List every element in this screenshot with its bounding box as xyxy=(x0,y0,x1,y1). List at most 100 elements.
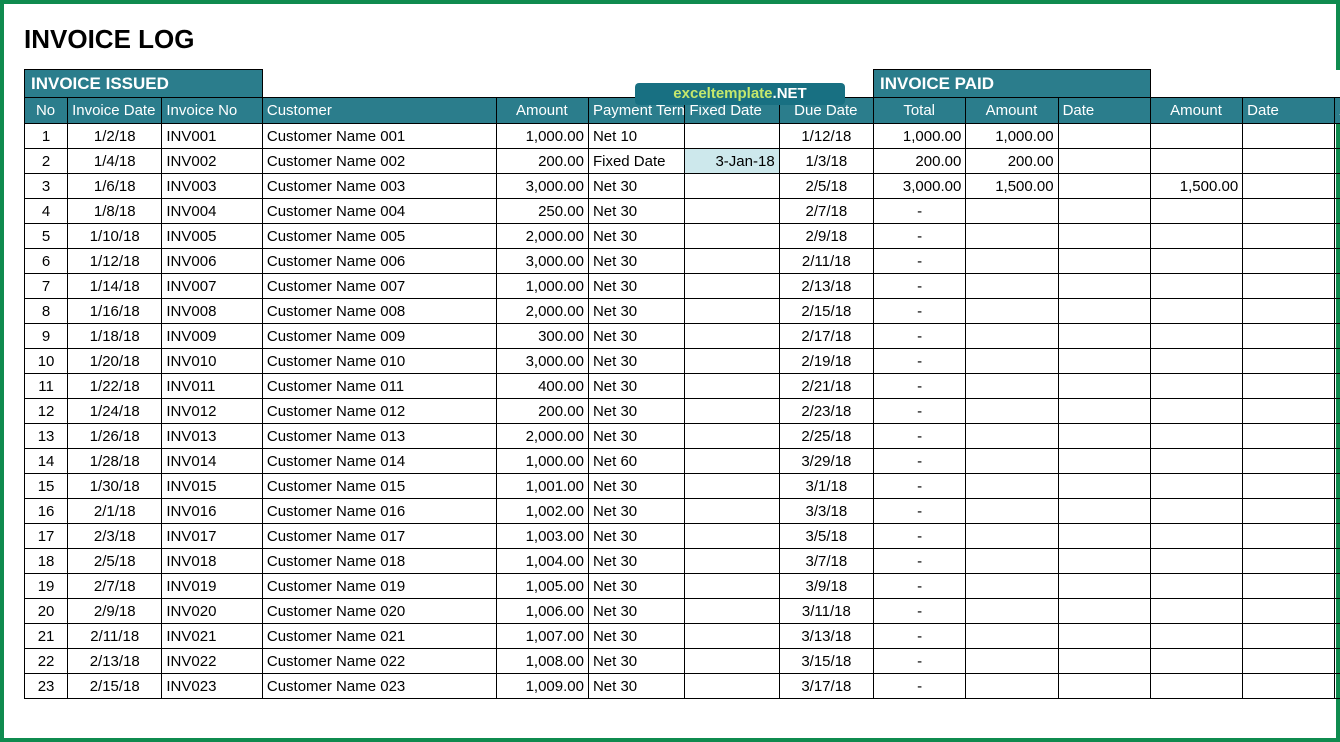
cell-amount[interactable]: 1,007.00 xyxy=(496,624,588,649)
table-row[interactable]: 81/16/18INV008Customer Name 0082,000.00N… xyxy=(25,299,1340,324)
cell-duedate[interactable]: 3/11/18 xyxy=(779,599,873,624)
cell-payterm[interactable]: Net 30 xyxy=(588,549,684,574)
table-row[interactable]: 162/1/18INV016Customer Name 0161,002.00N… xyxy=(25,499,1340,524)
cell-amount[interactable]: 1,000.00 xyxy=(496,124,588,149)
cell-date1[interactable] xyxy=(1058,449,1150,474)
cell-fixdate[interactable] xyxy=(685,624,779,649)
cell-fixdate[interactable] xyxy=(685,224,779,249)
cell-no[interactable]: 20 xyxy=(25,599,68,624)
table-row[interactable]: 131/26/18INV013Customer Name 0132,000.00… xyxy=(25,424,1340,449)
cell-customer[interactable]: Customer Name 005 xyxy=(262,224,496,249)
cell-fixdate[interactable] xyxy=(685,574,779,599)
cell-amount2[interactable] xyxy=(1150,524,1242,549)
cell-amount2[interactable] xyxy=(1150,324,1242,349)
cell-amount[interactable]: 1,005.00 xyxy=(496,574,588,599)
cell-payterm[interactable]: Net 30 xyxy=(588,674,684,699)
cell-date1[interactable] xyxy=(1058,524,1150,549)
cell-amount2[interactable] xyxy=(1150,649,1242,674)
cell-payterm[interactable]: Net 30 xyxy=(588,274,684,299)
cell-date1[interactable] xyxy=(1058,224,1150,249)
cell-fixdate[interactable] xyxy=(685,449,779,474)
cell-amount[interactable]: 200.00 xyxy=(496,149,588,174)
cell-fixdate[interactable] xyxy=(685,649,779,674)
cell-customer[interactable]: Customer Name 001 xyxy=(262,124,496,149)
cell-amount3[interactable] xyxy=(1335,124,1340,149)
cell-invdate[interactable]: 1/8/18 xyxy=(68,199,162,224)
cell-amount[interactable]: 1,001.00 xyxy=(496,474,588,499)
cell-fixdate[interactable] xyxy=(685,674,779,699)
cell-amount3[interactable] xyxy=(1335,349,1340,374)
cell-payterm[interactable]: Net 30 xyxy=(588,649,684,674)
cell-date2[interactable] xyxy=(1243,374,1335,399)
cell-duedate[interactable]: 2/17/18 xyxy=(779,324,873,349)
cell-invno[interactable]: INV017 xyxy=(162,524,262,549)
cell-amount[interactable]: 250.00 xyxy=(496,199,588,224)
cell-amount[interactable]: 2,000.00 xyxy=(496,224,588,249)
cell-total[interactable]: - xyxy=(874,199,966,224)
cell-amount2[interactable] xyxy=(1150,224,1242,249)
cell-amount1[interactable] xyxy=(966,674,1058,699)
cell-customer[interactable]: Customer Name 015 xyxy=(262,474,496,499)
cell-no[interactable]: 3 xyxy=(25,174,68,199)
cell-date2[interactable] xyxy=(1243,499,1335,524)
cell-customer[interactable]: Customer Name 002 xyxy=(262,149,496,174)
cell-total[interactable]: - xyxy=(874,349,966,374)
cell-amount3[interactable] xyxy=(1335,499,1340,524)
cell-amount[interactable]: 3,000.00 xyxy=(496,249,588,274)
cell-payterm[interactable]: Net 30 xyxy=(588,624,684,649)
cell-invdate[interactable]: 1/30/18 xyxy=(68,474,162,499)
cell-payterm[interactable]: Net 30 xyxy=(588,324,684,349)
cell-customer[interactable]: Customer Name 016 xyxy=(262,499,496,524)
col-amount[interactable]: Amount xyxy=(496,98,588,124)
cell-invno[interactable]: INV004 xyxy=(162,199,262,224)
cell-invdate[interactable]: 2/15/18 xyxy=(68,674,162,699)
cell-amount[interactable]: 400.00 xyxy=(496,374,588,399)
cell-date2[interactable] xyxy=(1243,549,1335,574)
cell-customer[interactable]: Customer Name 014 xyxy=(262,449,496,474)
cell-date2[interactable] xyxy=(1243,524,1335,549)
cell-duedate[interactable]: 2/9/18 xyxy=(779,224,873,249)
cell-invdate[interactable]: 2/1/18 xyxy=(68,499,162,524)
cell-date1[interactable] xyxy=(1058,299,1150,324)
cell-amount1[interactable] xyxy=(966,574,1058,599)
cell-total[interactable]: - xyxy=(874,624,966,649)
cell-total[interactable]: - xyxy=(874,574,966,599)
cell-amount[interactable]: 3,000.00 xyxy=(496,174,588,199)
cell-invno[interactable]: INV014 xyxy=(162,449,262,474)
cell-payterm[interactable]: Net 30 xyxy=(588,199,684,224)
cell-date2[interactable] xyxy=(1243,124,1335,149)
cell-amount1[interactable] xyxy=(966,449,1058,474)
cell-no[interactable]: 12 xyxy=(25,399,68,424)
cell-amount2[interactable] xyxy=(1150,299,1242,324)
cell-total[interactable]: 3,000.00 xyxy=(874,174,966,199)
cell-customer[interactable]: Customer Name 019 xyxy=(262,574,496,599)
cell-total[interactable]: - xyxy=(874,399,966,424)
col-date2[interactable]: Date xyxy=(1243,98,1335,124)
cell-payterm[interactable]: Net 30 xyxy=(588,374,684,399)
cell-date2[interactable] xyxy=(1243,624,1335,649)
cell-date2[interactable] xyxy=(1243,324,1335,349)
cell-amount1[interactable]: 1,000.00 xyxy=(966,124,1058,149)
cell-amount1[interactable] xyxy=(966,349,1058,374)
cell-amount3[interactable] xyxy=(1335,224,1340,249)
cell-customer[interactable]: Customer Name 020 xyxy=(262,599,496,624)
col-invoice-date[interactable]: Invoice Date xyxy=(68,98,162,124)
cell-invdate[interactable]: 2/3/18 xyxy=(68,524,162,549)
cell-no[interactable]: 5 xyxy=(25,224,68,249)
cell-amount1[interactable]: 200.00 xyxy=(966,149,1058,174)
cell-invno[interactable]: INV022 xyxy=(162,649,262,674)
table-row[interactable]: 141/28/18INV014Customer Name 0141,000.00… xyxy=(25,449,1340,474)
invoice-table[interactable]: INVOICE ISSUED INVOICE PAID No Invoice D… xyxy=(24,69,1340,699)
cell-duedate[interactable]: 3/5/18 xyxy=(779,524,873,549)
table-row[interactable]: 91/18/18INV009Customer Name 009300.00Net… xyxy=(25,324,1340,349)
col-amount3[interactable]: A xyxy=(1335,98,1340,124)
cell-total[interactable]: - xyxy=(874,524,966,549)
cell-payterm[interactable]: Net 30 xyxy=(588,399,684,424)
cell-no[interactable]: 2 xyxy=(25,149,68,174)
cell-payterm[interactable]: Net 30 xyxy=(588,224,684,249)
cell-date1[interactable] xyxy=(1058,249,1150,274)
cell-date1[interactable] xyxy=(1058,149,1150,174)
cell-total[interactable]: - xyxy=(874,449,966,474)
cell-amount[interactable]: 1,008.00 xyxy=(496,649,588,674)
cell-no[interactable]: 10 xyxy=(25,349,68,374)
